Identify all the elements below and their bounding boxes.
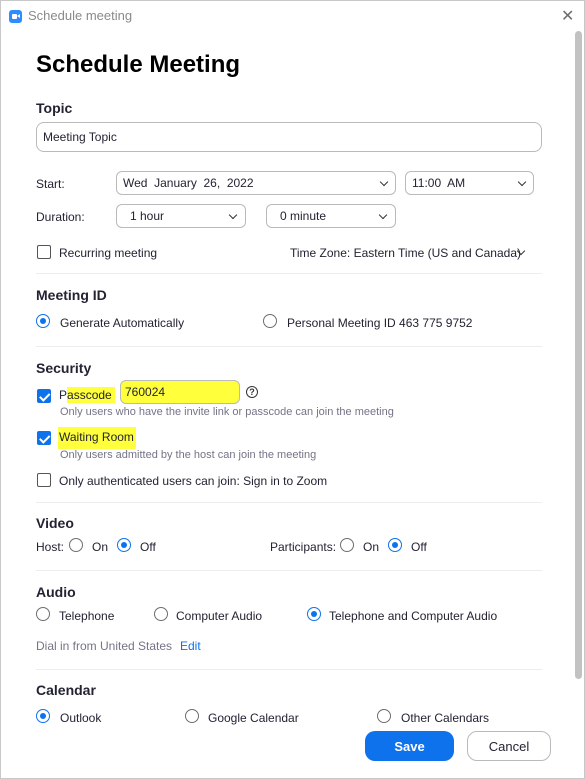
computer-audio-radio[interactable] (154, 607, 168, 621)
telephone-label: Telephone (59, 609, 115, 623)
security-title: Security (36, 360, 92, 376)
personal-meeting-id-label: Personal Meeting ID 463 775 9752 (287, 316, 473, 330)
zoom-app-icon (9, 10, 22, 23)
start-time-select[interactable]: 11:00 AM (405, 171, 534, 195)
telephone-and-computer-audio-radio[interactable] (307, 607, 321, 621)
topic-input[interactable] (36, 122, 542, 152)
passcode-hint: Only users who have the invite link or p… (60, 406, 394, 418)
start-date-select[interactable]: Wed January 26, 2022 (116, 171, 396, 195)
passcode-checkbox[interactable] (37, 389, 51, 403)
telephone-and-computer-audio-label: Telephone and Computer Audio (329, 609, 498, 623)
topic-label: Topic (36, 100, 73, 116)
waiting-room-label: Waiting Room (58, 427, 136, 449)
host-video-on-label: On (92, 540, 109, 554)
divider (36, 570, 542, 571)
start-time-value: 11:00 AM (412, 176, 466, 190)
title-bar: Schedule meeting ✕ (1, 1, 584, 31)
video-host-label: Host: (36, 540, 65, 554)
passcode-label-highlight: asscode (67, 387, 115, 403)
video-participants-label: Participants: (270, 540, 337, 554)
divider (36, 346, 542, 347)
duration-hours-value: 1 hour (130, 209, 165, 223)
duration-hours-select[interactable]: 1 hour (116, 204, 246, 228)
chevron-down-icon (228, 210, 238, 220)
google-calendar-label: Google Calendar (208, 711, 299, 725)
chevron-down-icon (517, 177, 527, 187)
computer-audio-label: Computer Audio (176, 609, 263, 623)
personal-meeting-id-radio[interactable] (263, 314, 277, 328)
recurring-label: Recurring meeting (59, 246, 158, 260)
chevron-down-icon (378, 210, 388, 220)
other-calendars-label: Other Calendars (401, 711, 490, 725)
participants-video-on-label: On (363, 540, 380, 554)
divider (36, 502, 542, 503)
audio-title: Audio (36, 584, 76, 600)
dial-in-text: Dial in from United States (36, 639, 173, 653)
waiting-room-checkbox[interactable] (37, 431, 51, 445)
duration-label: Duration: (36, 210, 85, 224)
help-icon[interactable]: ? (246, 386, 258, 398)
page-title: Schedule Meeting (36, 51, 241, 78)
host-video-off-label: Off (140, 540, 156, 554)
passcode-label: Passcode (59, 387, 115, 403)
chevron-down-icon (379, 177, 389, 187)
host-video-off-radio[interactable] (117, 538, 131, 552)
save-button[interactable]: Save (365, 731, 454, 761)
divider (36, 669, 542, 670)
passcode-input[interactable] (120, 380, 240, 404)
outlook-radio[interactable] (36, 709, 50, 723)
calendar-title: Calendar (36, 682, 96, 698)
close-icon[interactable]: ✕ (561, 6, 574, 26)
authenticated-users-label: Only authenticated users can join: Sign … (59, 474, 328, 488)
telephone-radio[interactable] (36, 607, 50, 621)
host-video-on-radio[interactable] (69, 538, 83, 552)
participants-video-off-label: Off (411, 540, 427, 554)
meeting-id-title: Meeting ID (36, 287, 107, 303)
start-date-value: Wed January 26, 2022 (123, 176, 254, 190)
recurring-checkbox[interactable] (37, 245, 51, 259)
passcode-label-initial: P (59, 388, 68, 402)
divider (36, 273, 542, 274)
scrollbar-thumb[interactable] (575, 31, 582, 679)
google-calendar-radio[interactable] (185, 709, 199, 723)
participants-video-off-radio[interactable] (388, 538, 402, 552)
duration-minutes-select[interactable]: 0 minute (266, 204, 396, 228)
waiting-room-hint: Only users admitted by the host can join… (60, 449, 317, 461)
start-label: Start: (36, 177, 65, 191)
participants-video-on-radio[interactable] (340, 538, 354, 552)
schedule-meeting-window: Schedule meeting ✕ Schedule Meeting Topi… (0, 0, 585, 779)
other-calendars-radio[interactable] (377, 709, 391, 723)
generate-automatically-radio[interactable] (36, 314, 50, 328)
outlook-label: Outlook (60, 711, 102, 725)
window-title: Schedule meeting (28, 8, 133, 23)
authenticated-users-checkbox[interactable] (37, 473, 51, 487)
dial-in-edit-link[interactable]: Edit (180, 639, 201, 653)
generate-automatically-label: Generate Automatically (60, 316, 185, 330)
cancel-button[interactable]: Cancel (467, 731, 551, 761)
video-title: Video (36, 515, 74, 531)
duration-minutes-value: 0 minute (280, 209, 327, 223)
timezone-select[interactable]: Time Zone: Eastern Time (US and Canada) (290, 246, 521, 260)
